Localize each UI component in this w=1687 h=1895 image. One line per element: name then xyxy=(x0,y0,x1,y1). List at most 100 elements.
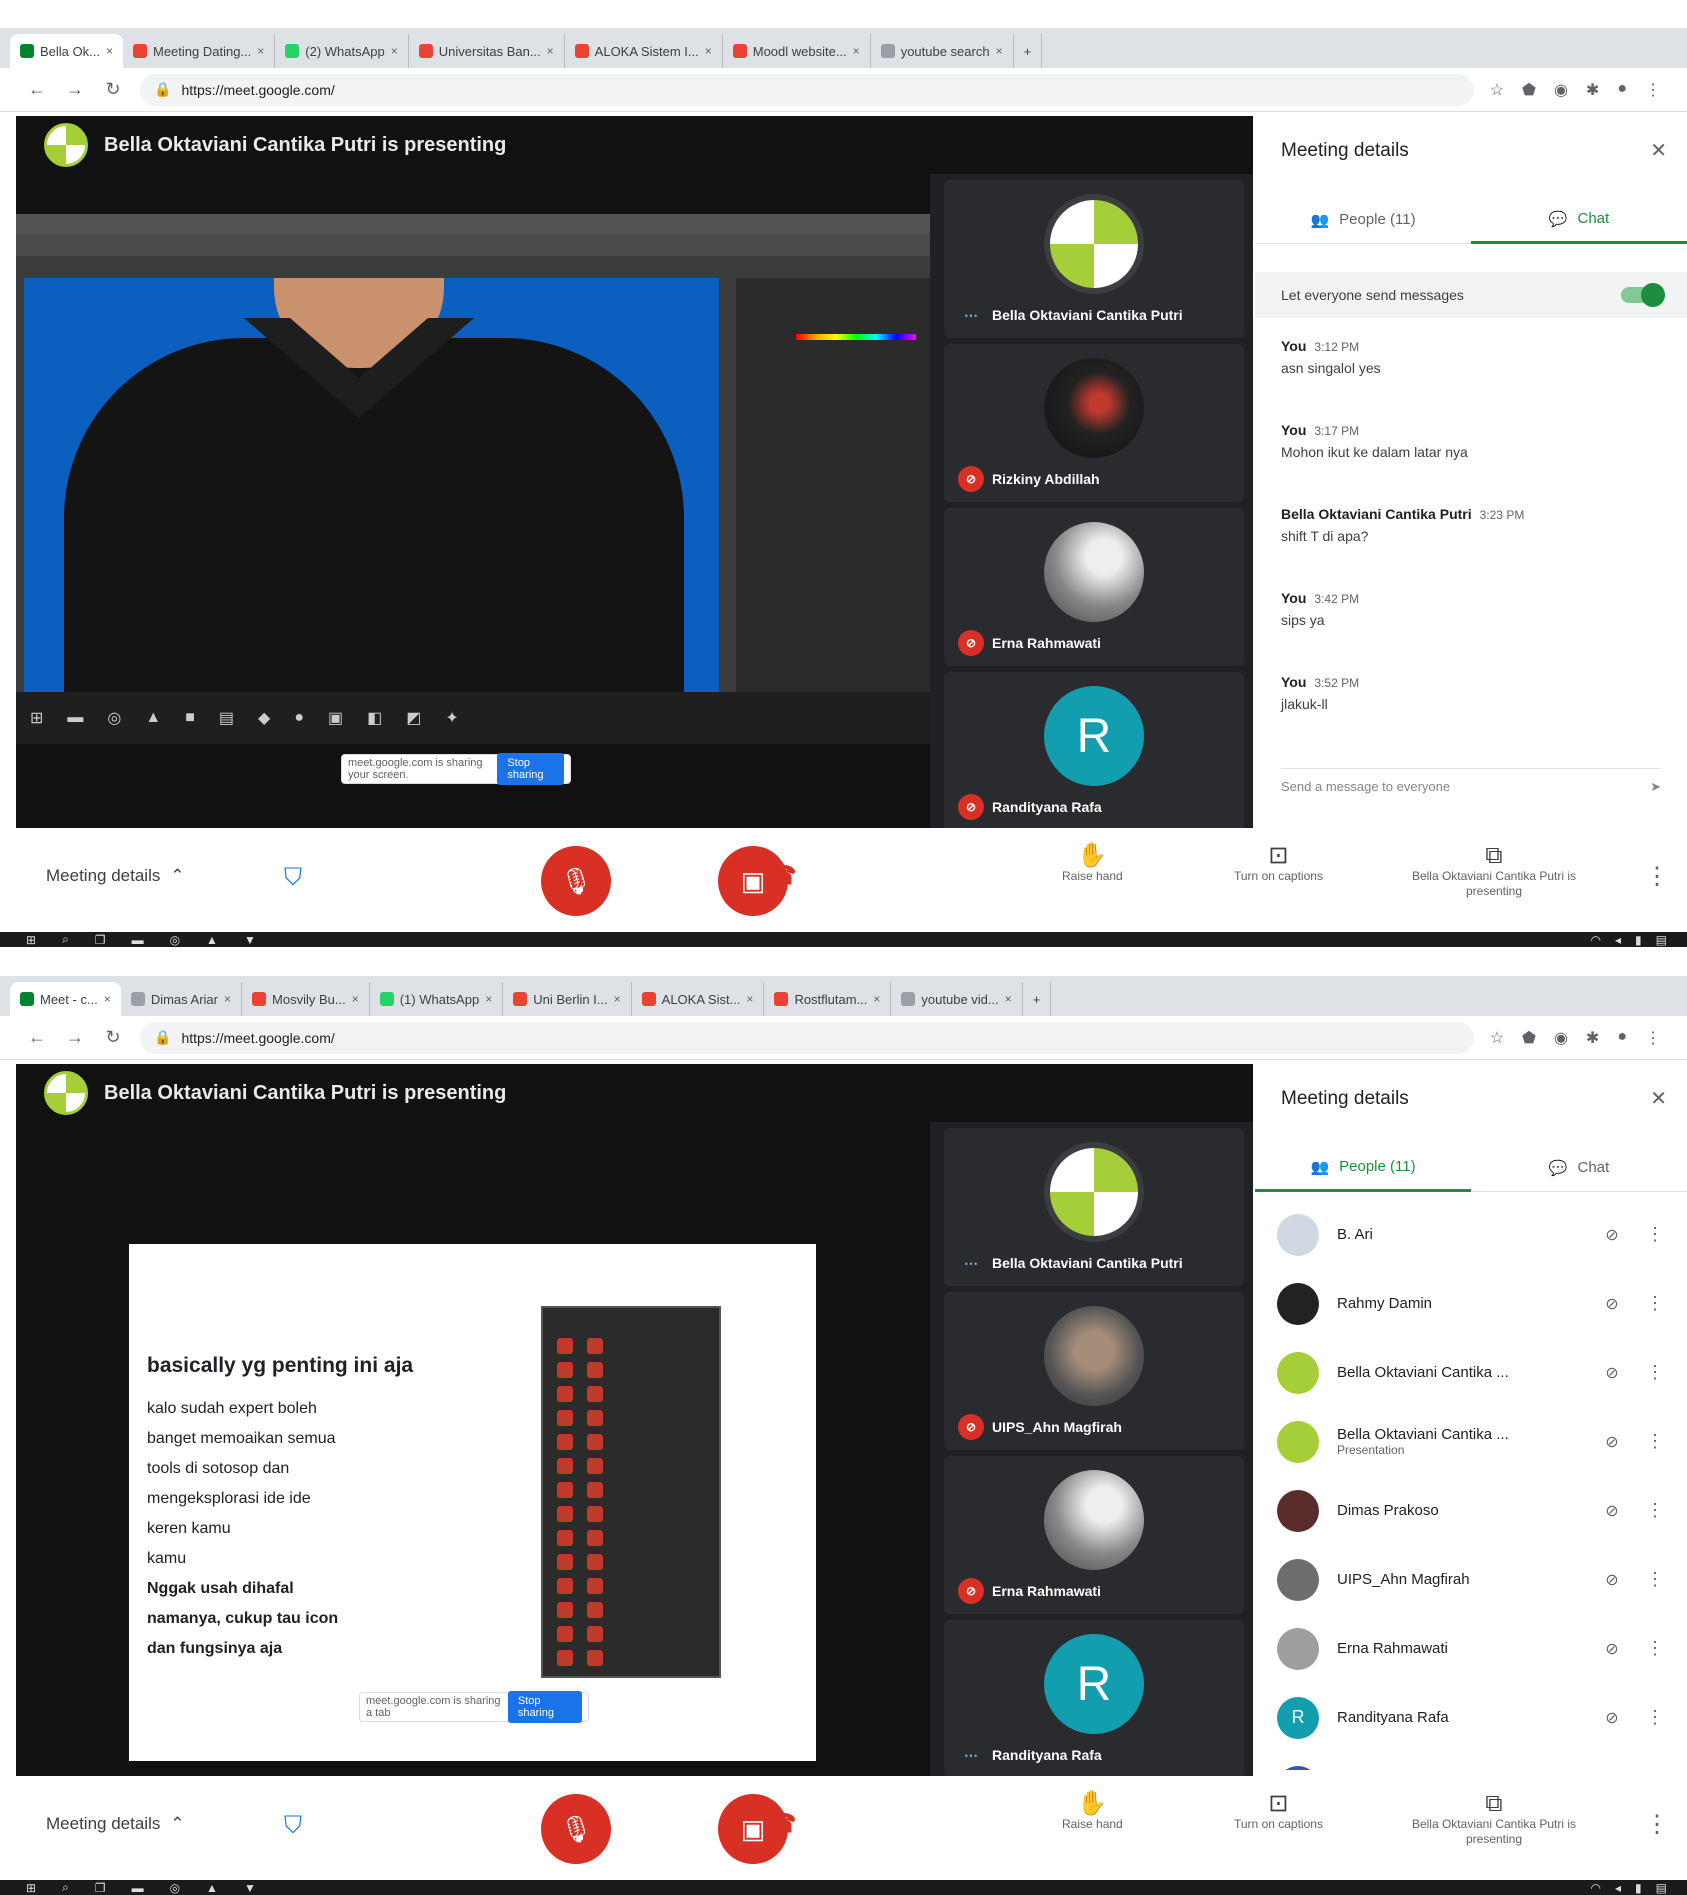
star-icon[interactable]: ☆ xyxy=(1490,80,1504,100)
app-icon[interactable]: ▲ xyxy=(206,933,218,947)
windows-start-icon[interactable]: ⊞ xyxy=(26,1881,36,1895)
new-tab-icon[interactable]: + xyxy=(1023,982,1052,1016)
tab-people[interactable]: 👥 People (11) xyxy=(1255,196,1471,244)
more-options-icon[interactable]: ⋮ xyxy=(1645,1707,1665,1728)
mic-off-icon[interactable]: ⊘ xyxy=(1597,1432,1627,1452)
close-tab-icon[interactable]: × xyxy=(853,44,860,58)
participant-tile[interactable]: R ⋯ Randityana Rafa xyxy=(944,1620,1244,1778)
extension-icon[interactable]: ⬟ xyxy=(1522,1028,1536,1048)
close-icon[interactable]: ✕ xyxy=(1650,138,1667,163)
more-options-icon[interactable]: ⋮ xyxy=(1645,1638,1665,1659)
close-tab-icon[interactable]: × xyxy=(614,992,621,1006)
mic-off-icon[interactable]: ⊘ xyxy=(1597,1501,1627,1521)
raise-hand-button[interactable]: ✋ Raise hand xyxy=(1062,844,1123,884)
file-explorer-icon[interactable]: ▬ xyxy=(132,933,144,947)
participant-tile[interactable]: ⋯ Bella Oktaviani Cantika Putri xyxy=(944,180,1244,338)
mic-off-icon[interactable]: ⊘ xyxy=(1597,1708,1627,1728)
close-tab-icon[interactable]: × xyxy=(485,992,492,1006)
participant-tile[interactable]: ⋯ Bella Oktaviani Cantika Putri xyxy=(944,1128,1244,1286)
people-list-item[interactable]: UIPS_Ahn Magfirah ⊘ ⋮ xyxy=(1255,1545,1687,1614)
new-tab-icon[interactable]: + xyxy=(1014,34,1043,68)
browser-tab[interactable]: Meeting Dating... × xyxy=(123,34,276,68)
people-list-item[interactable]: R Randityana Rafa ⊘ ⋮ xyxy=(1255,1683,1687,1752)
extension-icon[interactable]: ⬟ xyxy=(1522,80,1536,100)
back-icon[interactable]: ← xyxy=(26,1027,48,1048)
forward-icon[interactable]: → xyxy=(64,1027,86,1048)
close-tab-icon[interactable]: × xyxy=(352,992,359,1006)
tab-chat[interactable]: 💬 Chat xyxy=(1471,1144,1687,1192)
camera-toggle-button[interactable]: ▣ xyxy=(718,1794,788,1864)
star-icon[interactable]: ☆ xyxy=(1490,1028,1504,1048)
more-options-icon[interactable]: ⋮ xyxy=(1645,1362,1665,1383)
browser-tab[interactable]: ALOKA Sistem I... × xyxy=(565,34,723,68)
windows-start-icon[interactable]: ⊞ xyxy=(26,933,36,947)
volume-icon[interactable]: ◂ xyxy=(1615,933,1621,947)
url-field[interactable]: 🔒 https://meet.google.com/ xyxy=(140,73,1474,106)
battery-icon[interactable]: ▮ xyxy=(1635,1881,1642,1895)
browser-tab[interactable]: (2) WhatsApp × xyxy=(275,34,409,68)
browser-tab[interactable]: Uni Berlin I... × xyxy=(503,982,632,1016)
task-view-icon[interactable]: ❐ xyxy=(95,1881,106,1895)
mic-toggle-button[interactable]: 🎙 xyxy=(541,1794,611,1864)
app-icon[interactable]: ▼ xyxy=(244,933,256,947)
stop-sharing-button[interactable]: Stop sharing xyxy=(507,1691,582,1723)
close-tab-icon[interactable]: × xyxy=(705,44,712,58)
profile-icon[interactable]: ● xyxy=(1617,80,1627,100)
wifi-icon[interactable]: ◠ xyxy=(1591,933,1601,947)
more-options-icon[interactable]: ⋮ xyxy=(1645,1293,1665,1314)
chat-permission-toggle[interactable] xyxy=(1621,283,1665,307)
more-options-icon[interactable]: ⋮ xyxy=(1645,862,1669,891)
file-explorer-icon[interactable]: ▬ xyxy=(132,1881,144,1895)
present-now-button[interactable]: ⧉ Bella Oktaviani Cantika Putri is prese… xyxy=(1394,844,1594,899)
back-icon[interactable]: ← xyxy=(26,79,48,100)
more-options-icon[interactable]: ⋮ xyxy=(1645,1810,1669,1839)
more-options-icon[interactable]: ⋮ xyxy=(1645,1500,1665,1521)
meeting-details-button[interactable]: Meeting details ⌃ xyxy=(46,1814,185,1834)
close-tab-icon[interactable]: × xyxy=(996,44,1003,58)
browser-tab[interactable]: Universitas Ban... × xyxy=(409,34,565,68)
close-tab-icon[interactable]: × xyxy=(391,44,398,58)
more-options-icon[interactable]: ⋮ xyxy=(1645,1224,1665,1245)
mic-off-icon[interactable]: ⊘ xyxy=(1597,1570,1627,1590)
extension-icon[interactable]: ◉ xyxy=(1554,80,1568,100)
browser-tab[interactable]: youtube search × xyxy=(871,34,1014,68)
app-icon[interactable]: ▼ xyxy=(244,1881,256,1895)
shield-icon[interactable]: ⛉ xyxy=(284,1812,302,1840)
menu-icon[interactable]: ⋮ xyxy=(1645,80,1661,100)
more-options-icon[interactable]: ⋮ xyxy=(1645,1569,1665,1590)
shield-icon[interactable]: ⛉ xyxy=(284,864,302,892)
close-tab-icon[interactable]: × xyxy=(106,44,113,58)
tab-people[interactable]: 👥 People (11) xyxy=(1255,1144,1471,1192)
close-tab-icon[interactable]: × xyxy=(547,44,554,58)
people-list-item[interactable]: Rahmy Damin ⊘ ⋮ xyxy=(1255,1269,1687,1338)
wifi-icon[interactable]: ◠ xyxy=(1591,1881,1601,1895)
browser-tab[interactable]: Bella Ok... × xyxy=(10,34,123,68)
tab-chat[interactable]: 💬 Chat xyxy=(1471,196,1687,244)
people-list-item[interactable]: Dimas Prakoso ⊘ ⋮ xyxy=(1255,1476,1687,1545)
profile-icon[interactable]: ● xyxy=(1617,1028,1627,1048)
search-icon[interactable]: ⌕ xyxy=(62,1880,69,1895)
browser-tab[interactable]: youtube vid... × xyxy=(891,982,1023,1016)
browser-tab[interactable]: Mosvily Bu... × xyxy=(242,982,370,1016)
close-tab-icon[interactable]: × xyxy=(1005,992,1012,1006)
meeting-details-button[interactable]: Meeting details ⌃ xyxy=(46,866,185,886)
reload-icon[interactable]: ↻ xyxy=(102,1027,124,1048)
present-now-button[interactable]: ⧉ Bella Oktaviani Cantika Putri is prese… xyxy=(1394,1792,1594,1847)
extension-icon[interactable]: ◉ xyxy=(1554,1028,1568,1048)
mic-off-icon[interactable]: ⊘ xyxy=(1597,1639,1627,1659)
close-tab-icon[interactable]: × xyxy=(873,992,880,1006)
notification-icon[interactable]: ▤ xyxy=(1656,933,1667,947)
mic-toggle-button[interactable]: 🎙 xyxy=(541,846,611,916)
reload-icon[interactable]: ↻ xyxy=(102,79,124,100)
browser-tab[interactable]: (1) WhatsApp × xyxy=(370,982,504,1016)
puzzle-icon[interactable]: ✱ xyxy=(1586,1028,1599,1048)
forward-icon[interactable]: → xyxy=(64,79,86,100)
participant-tile[interactable]: R ⊘ Randityana Rafa xyxy=(944,672,1244,830)
mic-off-icon[interactable]: ⊘ xyxy=(1597,1225,1627,1245)
close-tab-icon[interactable]: × xyxy=(224,992,231,1006)
browser-tab[interactable]: Meet - c... × xyxy=(10,982,121,1016)
close-tab-icon[interactable]: × xyxy=(746,992,753,1006)
volume-icon[interactable]: ◂ xyxy=(1615,1881,1621,1895)
close-icon[interactable]: ✕ xyxy=(1650,1086,1667,1111)
participant-tile[interactable]: ⊘ UIPS_Ahn Magfirah xyxy=(944,1292,1244,1450)
